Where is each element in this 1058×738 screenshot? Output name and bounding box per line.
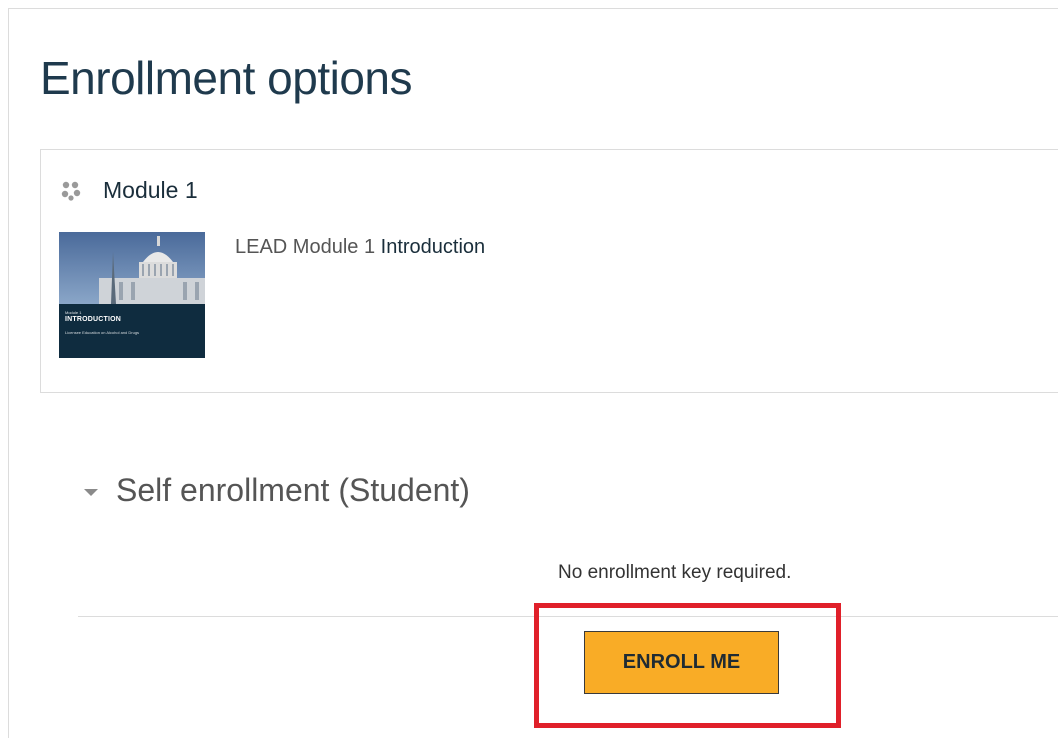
course-thumbnail[interactable]: Module 1 INTRODUCTION Licensee Education…	[59, 232, 205, 358]
capitol-image	[59, 232, 205, 304]
course-header: Module 1	[61, 177, 198, 204]
course-box: Module 1 Module 1 INTRODUCTION Licensee …	[40, 149, 1058, 393]
course-summary-prefix: LEAD Module 1	[235, 236, 381, 258]
caret-down-icon	[84, 488, 98, 496]
course-summary-highlight: Introduction	[380, 236, 486, 258]
enrolment-key-note: No enrollment key required.	[558, 562, 792, 583]
thumbnail-small-label: Module 1	[65, 310, 82, 315]
enroll-me-button[interactable]: ENROLL ME	[584, 631, 779, 694]
course-cluster-icon	[61, 181, 81, 201]
page-title: Enrollment options	[40, 52, 412, 104]
thumbnail-title: INTRODUCTION	[65, 316, 122, 323]
thumbnail-caption: Module 1 INTRODUCTION Licensee Education…	[65, 310, 201, 336]
course-name-link[interactable]: Module 1	[103, 177, 198, 204]
thumbnail-subtitle: Licensee Education on Alcohol and Drugs	[65, 330, 140, 335]
course-summary: LEAD Module 1 Introduction	[235, 236, 485, 259]
self-enrolment-title: Self enrollment (Student)	[116, 472, 470, 508]
self-enrolment-toggle[interactable]: Self enrollment (Student)	[84, 472, 470, 509]
